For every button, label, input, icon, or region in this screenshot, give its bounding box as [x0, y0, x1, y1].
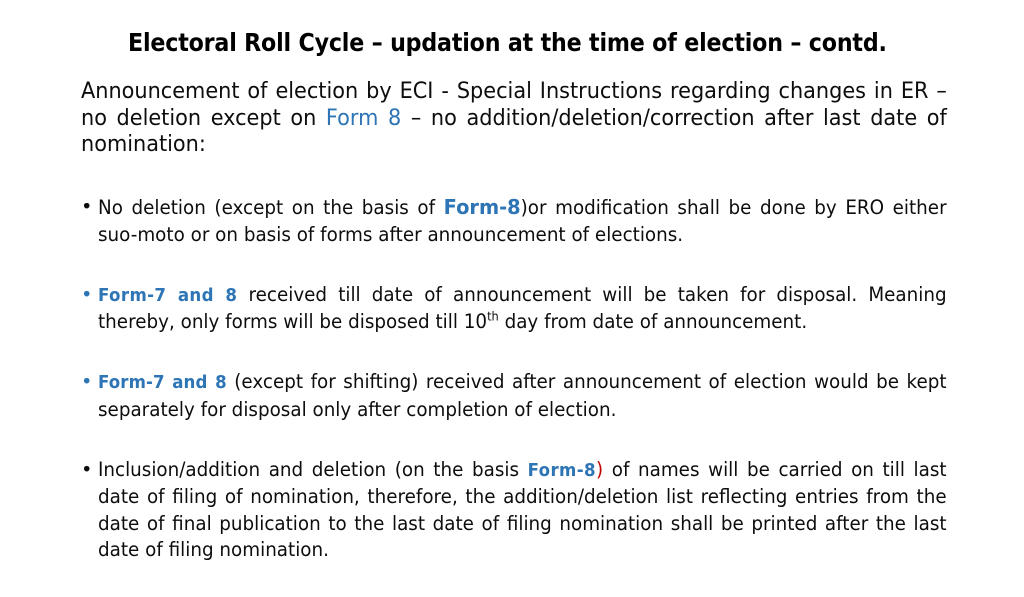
bullet-marker-icon: •	[81, 195, 93, 218]
bullet-list: • No deletion (except on the basis of For…	[81, 194, 947, 590]
bullet-text: Form-7 and 8 received till date of annou…	[98, 282, 947, 336]
form-8-link-subtitle: Form 8	[325, 104, 402, 131]
bullet-text: No deletion (except on the basis of Form…	[98, 194, 947, 248]
text-run: Inclusion/addition and deletion (on the …	[98, 457, 528, 481]
bullet-text: Form-7 and 8 (except for shifting) recei…	[98, 369, 947, 423]
bullet-item: • Form-7 and 8 (except for shifting) rece…	[81, 369, 947, 450]
subtitle-paragraph: Announcement of election by ECI - Specia…	[81, 78, 947, 184]
form-reference: Form-7 and 8	[98, 285, 238, 306]
bullet-item: • Form-7 and 8 received till date of anno…	[81, 282, 947, 363]
slide-canvas: Electoral Roll Cycle – updation at the t…	[0, 0, 1024, 576]
bullet-marker-icon: •	[81, 457, 93, 481]
slide-body: Announcement of election by ECI - Specia…	[81, 78, 947, 597]
bullet-item: • No deletion (except on the basis of For…	[81, 194, 947, 275]
bullet-item: • Inclusion/addition and deletion (on the…	[81, 457, 947, 591]
red-parenthesis: )	[595, 457, 604, 481]
form-reference: Form-8	[527, 460, 596, 481]
bullet-marker-icon: •	[81, 370, 93, 393]
page-title: Electoral Roll Cycle – updation at the t…	[128, 28, 887, 57]
form-reference: Form-8	[443, 195, 521, 219]
bullet-text: Inclusion/addition and deletion (on the …	[98, 457, 947, 564]
ordinal-suffix: th	[487, 309, 499, 324]
bullet-marker-icon: •	[81, 282, 93, 306]
text-run: No deletion (except on the basis of	[98, 196, 444, 219]
form-reference: Form-7 and 8	[98, 373, 227, 393]
text-run: day from date of announcement.	[498, 310, 808, 333]
